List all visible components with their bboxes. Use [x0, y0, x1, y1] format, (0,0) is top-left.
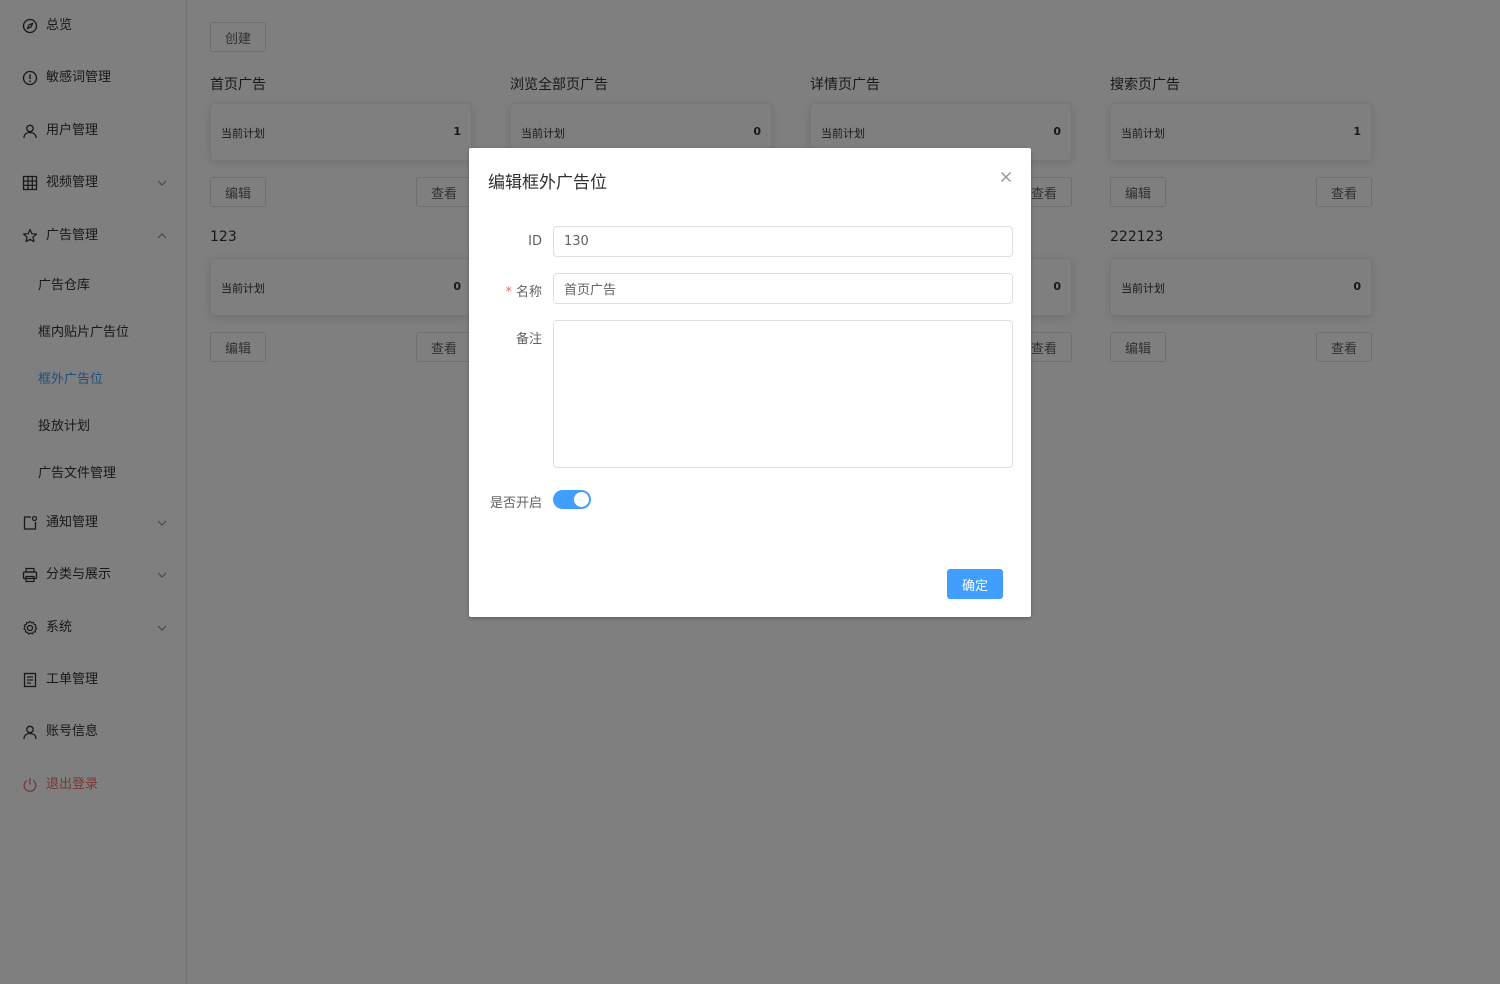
note-label: 备注 [515, 332, 542, 347]
enabled-label: 是否开启 [489, 496, 542, 511]
name-label: * 名称 [462, 281, 542, 300]
confirm-button[interactable]: 确定 [947, 569, 1003, 599]
toggle-knob [574, 492, 589, 507]
name-label-text: 名称 [515, 285, 542, 300]
id-label: ID [528, 234, 542, 249]
close-icon[interactable] [999, 170, 1013, 184]
enabled-toggle[interactable] [553, 490, 591, 509]
name-field[interactable] [553, 273, 1013, 304]
edit-ad-slot-dialog: 编辑框外广告位 ID *名称 备注 是否开启 确定 [469, 148, 1031, 617]
id-field[interactable] [553, 226, 1013, 257]
note-textarea[interactable] [553, 320, 1013, 468]
required-mark: * [505, 285, 512, 300]
dialog-title: 编辑框外广告位 [488, 173, 607, 193]
